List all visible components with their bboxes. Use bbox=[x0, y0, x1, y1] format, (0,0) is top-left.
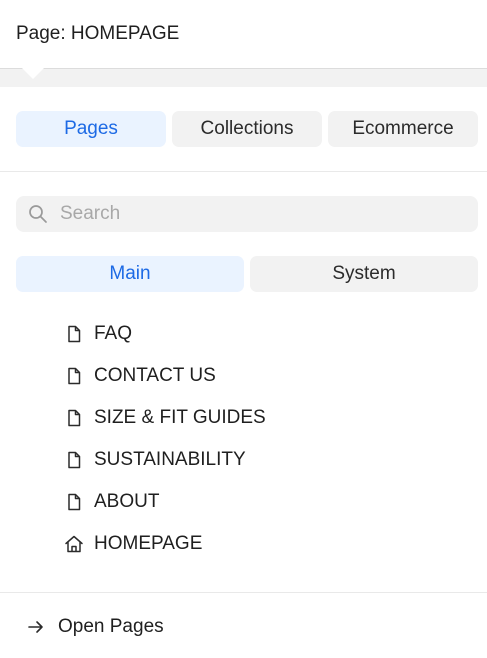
page-item-size-fit-guides[interactable]: SIZE & FIT GUIDES bbox=[62, 402, 266, 434]
tab-ecommerce[interactable]: Ecommerce bbox=[328, 111, 478, 147]
page-item-sustainability[interactable]: SUSTAINABILITY bbox=[62, 444, 246, 476]
page-item-label: FAQ bbox=[94, 323, 133, 344]
search-input[interactable] bbox=[60, 196, 470, 232]
home-icon bbox=[62, 532, 86, 556]
page-icon bbox=[62, 322, 86, 346]
popover-top-strip bbox=[0, 69, 487, 87]
tab-main[interactable]: Main bbox=[16, 256, 244, 292]
page-icon bbox=[62, 364, 86, 388]
page-icon bbox=[62, 490, 86, 514]
open-pages-link[interactable]: Open Pages bbox=[24, 609, 164, 645]
page-item-about[interactable]: ABOUT bbox=[62, 486, 159, 518]
search-box[interactable] bbox=[16, 196, 478, 232]
tab-collections[interactable]: Collections bbox=[172, 111, 322, 147]
current-page-title: Page: HOMEPAGE bbox=[16, 23, 180, 44]
page-item-label: SUSTAINABILITY bbox=[94, 449, 246, 470]
popover-caret bbox=[22, 68, 44, 79]
open-pages-label: Open Pages bbox=[58, 616, 164, 637]
tab-pages[interactable]: Pages bbox=[16, 111, 166, 147]
page-item-label: HOMEPAGE bbox=[94, 533, 203, 554]
arrow-right-icon bbox=[24, 615, 48, 639]
page-item-label: ABOUT bbox=[94, 491, 160, 512]
search-icon bbox=[29, 205, 47, 223]
tab-system[interactable]: System bbox=[250, 256, 478, 292]
pages-popover: Pages Collections Ecommerce Main System … bbox=[0, 68, 487, 658]
divider bbox=[0, 171, 487, 172]
page-item-homepage[interactable]: HOMEPAGE bbox=[62, 528, 202, 560]
page-item-label: SIZE & FIT GUIDES bbox=[94, 407, 266, 428]
page-item-contact-us[interactable]: CONTACT US bbox=[62, 360, 216, 392]
divider bbox=[0, 592, 487, 593]
page-item-faq[interactable]: FAQ bbox=[62, 318, 132, 350]
page-header: Page: HOMEPAGE bbox=[0, 0, 487, 69]
page-item-label: CONTACT US bbox=[94, 365, 216, 386]
page-icon bbox=[62, 406, 86, 430]
page-icon bbox=[62, 448, 86, 472]
